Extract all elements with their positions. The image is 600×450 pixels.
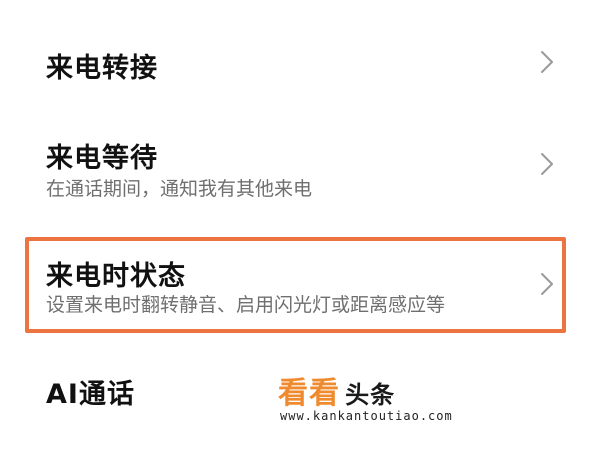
watermark-logo-main: 看看: [278, 376, 340, 411]
watermark-logo-sub: 头条: [345, 381, 396, 409]
settings-item-subtitle: 在通话期间，通知我有其他来电: [46, 178, 313, 200]
settings-item-call-forwarding[interactable]: 来电转接: [0, 30, 600, 100]
settings-item-title: 来电等待: [46, 143, 158, 174]
watermark-url: www.kankantoutiao.com: [280, 409, 453, 423]
settings-item-title: AI通话: [46, 379, 135, 410]
watermark: 看看 头条 www.kankantoutiao.com: [278, 368, 478, 428]
settings-item-title: 来电转接: [46, 53, 158, 84]
highlight-frame: [25, 237, 566, 333]
chevron-right-icon: [541, 51, 553, 73]
watermark-logo: 看看 头条: [278, 368, 395, 412]
chevron-right-icon: [541, 153, 553, 175]
settings-item-call-waiting[interactable]: 来电等待 在通话期间，通知我有其他来电: [0, 120, 600, 210]
